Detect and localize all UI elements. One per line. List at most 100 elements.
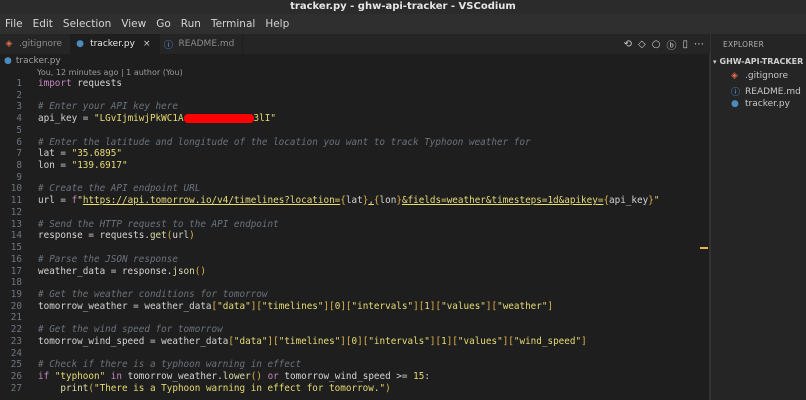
line-number: 8 (16, 160, 22, 172)
line-content[interactable]: # Check if there is a typhoon warning in… (22, 359, 301, 371)
line-content[interactable] (22, 312, 38, 324)
explorer-file-tracker[interactable]: ● tracker.py (731, 99, 790, 109)
code-line[interactable]: 16 # Parse the JSON response (0, 254, 710, 266)
code-line[interactable]: 21 (0, 312, 710, 324)
breadcrumb[interactable]: ● tracker.py (0, 54, 710, 68)
code-line[interactable]: 5 (0, 125, 710, 137)
close-icon[interactable]: × (143, 39, 151, 49)
code-line[interactable]: 13 # Send the HTTP request to the API end… (0, 219, 710, 231)
scroll-position-marker (700, 247, 708, 249)
compare-changes-icon[interactable]: ⟲ (624, 39, 632, 50)
line-content[interactable]: api_key = "LGvIjmiwjPkWC1A 3lI" (22, 113, 276, 125)
code-line[interactable]: 6 # Enter the latitude and longitude of t… (0, 137, 710, 149)
explorer-root-folder[interactable]: ▾ GHW-API-TRACKER (713, 57, 803, 66)
line-content[interactable]: # Parse the JSON response (22, 254, 178, 266)
code-line[interactable]: 10 # Create the API endpoint URL (0, 183, 710, 195)
explorer-file-gitignore[interactable]: ◈ .gitignore (731, 71, 788, 81)
tab-tracker-py[interactable]: ● tracker.py × (71, 34, 160, 54)
code-line[interactable]: 18 (0, 277, 710, 289)
line-content[interactable]: weather_data = response.json() (22, 266, 206, 278)
menu-help[interactable]: Help (260, 14, 294, 34)
line-content[interactable] (22, 242, 38, 254)
line-number: 15 (10, 242, 22, 254)
more-actions-icon[interactable]: ⋯ (694, 39, 704, 50)
code-line[interactable]: 12 (0, 207, 710, 219)
code-line[interactable]: 9 (0, 172, 710, 184)
line-content[interactable]: url = f"https://api.tomorrow.io/v4/timel… (22, 195, 659, 207)
code-line[interactable]: 25 # Check if there is a typhoon warning … (0, 359, 710, 371)
line-content[interactable]: tomorrow_wind_speed = weather_data["data… (22, 336, 587, 348)
file-label: .gitignore (745, 71, 789, 81)
line-content[interactable]: # Enter your API key here (22, 101, 178, 113)
breadcrumb-file[interactable]: tracker.py (16, 56, 61, 66)
line-number: 9 (16, 171, 22, 183)
blame-annotation[interactable]: You, 12 minutes ago | 1 author (You) (37, 68, 183, 77)
line-content[interactable] (22, 90, 38, 102)
line-number: 10 (10, 183, 22, 195)
line-number: 6 (16, 136, 22, 148)
python-icon: ● (76, 39, 84, 49)
menu-view[interactable]: View (116, 14, 151, 34)
code-line[interactable]: 14 response = requests.get(url) (0, 230, 710, 242)
line-content[interactable]: import requests (22, 78, 122, 90)
code-line[interactable]: 15 (0, 242, 710, 254)
code-line[interactable]: 17 weather_data = response.json() (0, 266, 710, 278)
code-line[interactable]: 11 url = f"https://api.tomorrow.io/v4/tim… (0, 195, 710, 207)
menu-edit[interactable]: Edit (28, 14, 58, 34)
code-line[interactable]: 22 # Get the wind speed for tomorrow (0, 324, 710, 336)
previous-change-icon[interactable]: ◇ (638, 39, 646, 50)
line-number: 18 (10, 277, 22, 289)
split-editor-icon[interactable]: ▯ (682, 39, 688, 50)
menu-file[interactable]: File (0, 14, 28, 34)
menu-selection[interactable]: Selection (58, 14, 116, 34)
tab-gitignore[interactable]: ◈ .gitignore (0, 34, 72, 54)
code-line[interactable]: 24 (0, 348, 710, 360)
code-line[interactable]: 2 (0, 90, 710, 102)
line-content[interactable]: # Get the wind speed for tomorrow (22, 324, 223, 336)
line-content[interactable] (22, 172, 38, 184)
code-editor[interactable]: 1 import requests 2 3 # Enter your API key h… (0, 78, 710, 394)
menu-run[interactable]: Run (176, 14, 206, 34)
line-content[interactable]: tomorrow_weather = weather_data["data"][… (22, 301, 553, 313)
code-line[interactable]: 1 import requests (0, 78, 710, 90)
line-number: 1 (16, 78, 22, 89)
line-content[interactable] (22, 207, 38, 219)
code-line[interactable]: 27 print("There is a Typhoon warning in … (0, 383, 710, 395)
line-content[interactable]: print("There is a Typhoon warning in eff… (22, 383, 390, 395)
line-content[interactable]: # Send the HTTP request to the API endpo… (22, 219, 279, 231)
menu-go[interactable]: Go (151, 14, 176, 34)
explorer-file-readme[interactable]: ⓘ README.md (731, 85, 801, 99)
line-number: 16 (10, 253, 22, 265)
tab-readme[interactable]: ⓘ README.md (160, 34, 244, 54)
blame-icon[interactable]: ⓑ (666, 37, 676, 52)
code-line[interactable]: 20 tomorrow_weather = weather_data["data"… (0, 301, 710, 313)
line-content[interactable]: response = requests.get(url) (22, 230, 195, 242)
line-number: 13 (10, 218, 22, 230)
line-number: 14 (10, 230, 22, 242)
code-line[interactable]: 3 # Enter your API key here (0, 101, 710, 113)
line-content[interactable]: # Enter the latitude and longitude of th… (22, 137, 531, 149)
info-icon: ⓘ (164, 40, 174, 51)
code-line[interactable]: 23 tomorrow_wind_speed = weather_data["da… (0, 336, 710, 348)
python-icon: ● (731, 99, 739, 109)
editor-actions: ⟲ ◇ ○ ⓑ ▯ ⋯ (605, 34, 710, 54)
next-change-icon[interactable]: ○ (652, 39, 661, 50)
menu-terminal[interactable]: Terminal (206, 14, 260, 34)
line-number: 12 (10, 206, 22, 218)
line-content[interactable]: lon = "139.6917" (22, 160, 128, 172)
line-number: 7 (16, 148, 22, 160)
line-number: 4 (16, 113, 22, 125)
editor-tabs: ◈ .gitignore ● tracker.py × ⓘ README.md (0, 34, 710, 54)
code-line[interactable]: 26 if "typhoon" in tomorrow_weather.lower… (0, 371, 710, 383)
line-content[interactable] (22, 125, 38, 137)
line-content[interactable]: if "typhoon" in tomorrow_weather.lower()… (22, 371, 430, 383)
code-line[interactable]: 4 api_key = "LGvIjmiwjPkWC1A 3lI" (0, 113, 710, 125)
line-content[interactable] (22, 277, 38, 289)
code-line[interactable]: 8 lon = "139.6917" (0, 160, 710, 172)
line-content[interactable] (22, 348, 38, 360)
code-line[interactable]: 7 lat = "35.6895" (0, 148, 710, 160)
line-content[interactable]: lat = "35.6895" (22, 148, 122, 160)
code-line[interactable]: 19 # Get the weather conditions for tomor… (0, 289, 710, 301)
line-content[interactable]: # Create the API endpoint URL (22, 183, 200, 195)
line-content[interactable]: # Get the weather conditions for tomorro… (22, 289, 268, 301)
